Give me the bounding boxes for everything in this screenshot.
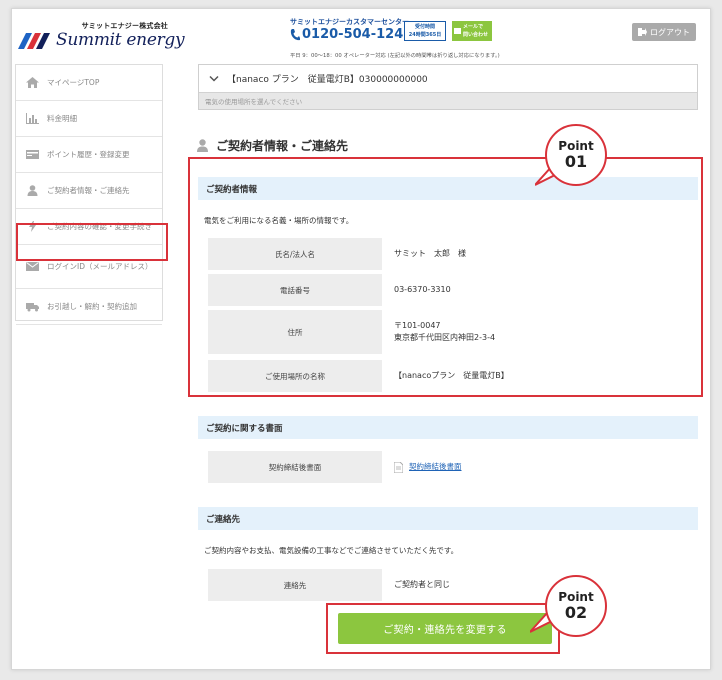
customer-center-title: サミットエナジーカスタマーセンター [290, 18, 409, 26]
point-02-badge: Point 02 [545, 575, 607, 637]
contract-select-value: 【nanaco プラン 従量電灯B】030000000000 [227, 75, 428, 85]
change-contact-button-label: ご契約・連絡先を変更する [383, 625, 507, 636]
logout-label: ログアウト [650, 27, 690, 37]
sidebar-item-label: ログインID（メールアドレス） [47, 262, 153, 271]
contact-description: ご契約内容やお支払、電気設備の工事などでご連絡させていただく先です。 [204, 546, 459, 555]
table-row: 契約締結後書面 契約締結後書面 [208, 451, 688, 483]
company-logo[interactable]: サミットエナジー株式会社 Summit energy [18, 21, 185, 55]
sidebar-item-label: ポイント履歴・登録変更 [47, 150, 130, 159]
sidebar-item-label: ご契約者情報・ご連絡先 [47, 186, 130, 195]
hours-badge-line2: 24時間365日 [408, 32, 442, 38]
documents-section-heading: ご契約に関する書面 [198, 416, 698, 439]
phone-number: 0120-504-124 [302, 27, 404, 42]
table-row: 連絡先 ご契約者と同じ [208, 569, 688, 601]
sidebar-item-contractor-info[interactable]: ご契約者情報・ご連絡先 [16, 173, 162, 209]
change-contact-button[interactable]: ご契約・連絡先を変更する [338, 613, 552, 644]
customer-center: サミットエナジーカスタマーセンター 0120-504-124 受付時間 24時間… [290, 17, 530, 67]
sidebar-item-moving[interactable]: お引越し・解約・契約追加 [16, 289, 162, 325]
home-icon [26, 77, 39, 88]
logout-icon [638, 28, 647, 36]
point-01-number: 01 [564, 152, 588, 171]
sidebar-highlight-box [16, 223, 168, 261]
mail-icon [26, 262, 39, 271]
row-key: 契約締結後書面 [208, 451, 382, 483]
page-title-text: ご契約者情報・ご連絡先 [216, 139, 349, 153]
mail-badge-line2: 問い合わせ [463, 32, 489, 38]
document-link[interactable]: 契約締結後書面 [394, 461, 462, 473]
point-01-highlight-box [188, 157, 703, 397]
logo-english-name: Summit energy [56, 30, 185, 50]
person-icon [27, 185, 38, 196]
sidebar-item-billing[interactable]: 料金明細 [16, 101, 162, 137]
card-icon [26, 150, 39, 159]
truck-icon [26, 303, 39, 312]
mail-badge-line1: メールで [463, 24, 484, 30]
point-01-badge: Point 01 [545, 124, 607, 186]
mail-icon [454, 28, 461, 34]
contact-section-heading: ご連絡先 [198, 507, 698, 530]
sidebar-item-label: マイページTOP [47, 78, 100, 87]
row-value: ご契約者と同じ [394, 580, 450, 589]
sidebar-item-label: 料金明細 [47, 114, 77, 123]
sidebar: マイページTOP 料金明細 ポイント履歴・登録変更 ご契約者情報・ご連絡先 ご契… [15, 64, 168, 325]
mail-inquiry-button[interactable]: メールで 問い合わせ [452, 21, 492, 41]
document-link-text: 契約締結後書面 [409, 462, 462, 471]
contract-select-hint: 電気の使用場所を選んでください [205, 98, 303, 106]
page-title: ご契約者情報・ご連絡先 [197, 134, 699, 158]
row-value: 契約締結後書面 [382, 451, 688, 483]
customer-center-hours-note: 平日 9：00～18：00 オペレーター対応 (左記以外の時間帯は折り返し対応に… [290, 53, 500, 59]
row-key: 連絡先 [208, 569, 382, 601]
point-02-number: 02 [564, 603, 588, 622]
sidebar-item-mypage-top[interactable]: マイページTOP [16, 65, 162, 101]
logo-stripes-icon [18, 33, 50, 49]
document-icon [394, 461, 403, 473]
contract-select-dropdown[interactable]: 【nanaco プラン 従量電灯B】030000000000 [199, 65, 697, 93]
documents-heading-text: ご契約に関する書面 [206, 423, 283, 434]
customer-center-phone[interactable]: 0120-504-124 [290, 27, 403, 42]
bar-chart-icon [26, 113, 39, 124]
contact-heading-text: ご連絡先 [206, 514, 241, 525]
hours-badge: 受付時間 24時間365日 [404, 21, 446, 41]
sidebar-item-label: お引越し・解約・契約追加 [47, 302, 137, 311]
logout-button[interactable]: ログアウト [632, 23, 696, 41]
hours-badge-line1: 受付時間 [414, 24, 435, 30]
person-icon [197, 139, 208, 152]
contract-select[interactable]: 【nanaco プラン 従量電灯B】030000000000 電気の使用場所を選… [198, 64, 698, 110]
phone-icon [290, 28, 300, 40]
chevron-down-icon [209, 75, 219, 82]
sidebar-item-points[interactable]: ポイント履歴・登録変更 [16, 137, 162, 173]
